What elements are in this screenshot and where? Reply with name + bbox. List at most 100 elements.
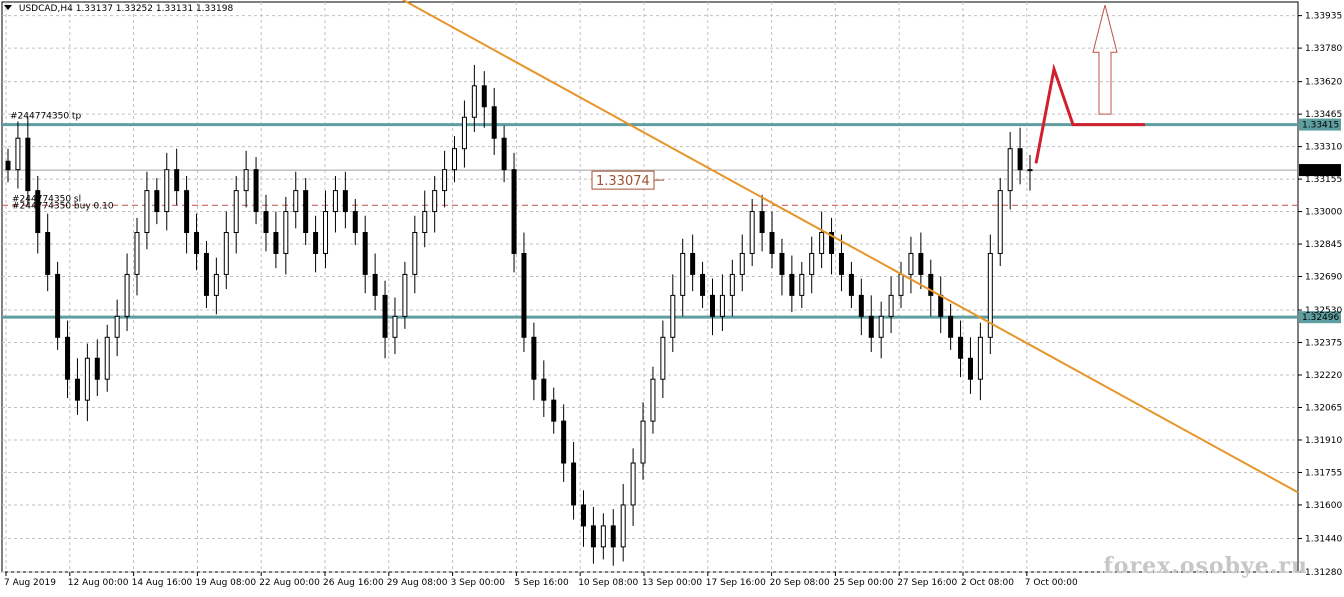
candle-body (164, 169, 170, 213)
y-tick-label: 1.32690 (1305, 273, 1342, 283)
candle-body (293, 190, 299, 213)
x-tick-label: 27 Sep 16:00 (897, 578, 957, 588)
plot-frame (1, 1, 1299, 573)
y-tick-label: 1.31600 (1305, 501, 1342, 511)
candle-body (838, 252, 844, 275)
candle-body (948, 315, 954, 338)
candle-body (392, 315, 398, 338)
x-tick-label: 10 Sep 08:00 (578, 578, 638, 588)
candle-body (531, 336, 537, 380)
candle-body (809, 252, 815, 275)
tp-label: #244774350 tp (10, 112, 81, 122)
candle-body (769, 232, 775, 254)
candle-body (402, 273, 408, 317)
y-tick-label: 1.32530 (1305, 306, 1342, 316)
candle-body (938, 294, 944, 317)
candle-body (739, 252, 745, 275)
order-label-b: #244774350 buy 0.10 (12, 201, 114, 211)
candle-body (610, 525, 616, 548)
candle-body (759, 211, 765, 234)
candle-body (1007, 148, 1013, 192)
candle-body (432, 190, 438, 213)
candle-body (997, 190, 1003, 254)
candle-body (332, 190, 338, 213)
candle-body (789, 273, 795, 296)
candle-body (323, 211, 329, 254)
candle-body (561, 420, 567, 464)
candle-body (819, 232, 825, 254)
candle-body (203, 252, 209, 296)
y-tick-label: 1.31440 (1305, 534, 1342, 544)
candle-body (233, 190, 239, 234)
candle-body (223, 232, 229, 275)
watermark: forex.osobye.ru (1103, 553, 1308, 579)
x-tick-label: 22 Aug 00:00 (259, 578, 320, 588)
candle-body (213, 273, 219, 296)
candle-body (491, 106, 497, 139)
y-tick-label: 1.33465 (1305, 110, 1342, 120)
y-tick-label: 1.33935 (1305, 12, 1342, 22)
grid (1, 1, 1299, 573)
candle-body (55, 273, 61, 338)
candle-body (1017, 148, 1023, 171)
candle-body (412, 232, 418, 275)
y-tick-label: 1.31280 (1305, 568, 1342, 578)
y-tick-label: 1.33780 (1305, 44, 1342, 54)
candle-body (35, 190, 41, 234)
x-tick-label: 14 Aug 16:00 (132, 578, 193, 588)
candle-body (908, 252, 914, 275)
y-tick-label: 1.32220 (1305, 371, 1342, 381)
candle-body (194, 232, 200, 254)
up-arrow-icon[interactable] (1092, 5, 1118, 115)
candle-body (461, 116, 467, 150)
menu-triangle-icon[interactable] (4, 5, 12, 10)
forecast-polyline[interactable] (1034, 63, 1145, 164)
candle-body (422, 211, 428, 234)
x-tick-label: 29 Aug 08:00 (387, 578, 448, 588)
y-tick-label: 1.33620 (1305, 78, 1342, 88)
candle-body (650, 378, 656, 422)
y-tick-label: 1.32375 (1305, 339, 1342, 349)
candle-body (243, 169, 249, 192)
candle-body (928, 273, 934, 296)
candle-body (442, 169, 448, 192)
x-tick-label: 12 Aug 00:00 (68, 578, 129, 588)
candle-body (521, 252, 527, 338)
forecast-path[interactable] (1034, 5, 1145, 164)
candle-body (620, 504, 626, 548)
candle-body (114, 315, 120, 338)
x-tick-label: 25 Sep 00:00 (833, 578, 893, 588)
candle-body (640, 420, 646, 464)
candle-body (184, 190, 190, 234)
y-tick-label: 1.32065 (1305, 403, 1342, 413)
candle-body (670, 294, 676, 338)
candle-body (174, 169, 180, 192)
candle-body (124, 273, 130, 317)
candle-body (352, 211, 358, 234)
candle-body (45, 232, 51, 275)
x-tick-label: 20 Sep 08:00 (770, 578, 830, 588)
candle-body (94, 357, 100, 380)
candle-body (779, 252, 785, 275)
candle-body (700, 273, 706, 296)
horizontal-levels[interactable]: #244774350 sl#244774350 buy 0.101.331981… (2, 112, 1341, 324)
candle-body (858, 294, 864, 317)
x-tick-label: 7 Oct 00:00 (1025, 578, 1078, 588)
x-tick-label: 3 Sep 00:00 (451, 578, 506, 588)
candle-body (1027, 169, 1033, 172)
trendline[interactable] (402, 0, 1299, 494)
x-tick-label: 19 Aug 08:00 (195, 578, 256, 588)
price-box-value: 1.33074 (596, 174, 650, 189)
x-tick-label: 17 Sep 16:00 (706, 578, 766, 588)
candle-body (313, 232, 319, 254)
candle-body (660, 336, 666, 380)
trendline-segment[interactable] (402, 0, 1299, 494)
candle-body (680, 252, 686, 296)
chart-area[interactable]: #244774350 sl #244774350 buy 0.10 1.33198 1… (0, 0, 1344, 593)
ohlc-label: 1.33137 1.33252 1.33131 1.33198 (75, 4, 234, 14)
candle-body (541, 378, 547, 401)
candle-body (898, 273, 904, 296)
candle-body (74, 378, 80, 401)
candle-body (303, 190, 309, 234)
price-chart[interactable]: #244774350 sl#244774350 buy 0.101.331981… (0, 0, 1344, 593)
